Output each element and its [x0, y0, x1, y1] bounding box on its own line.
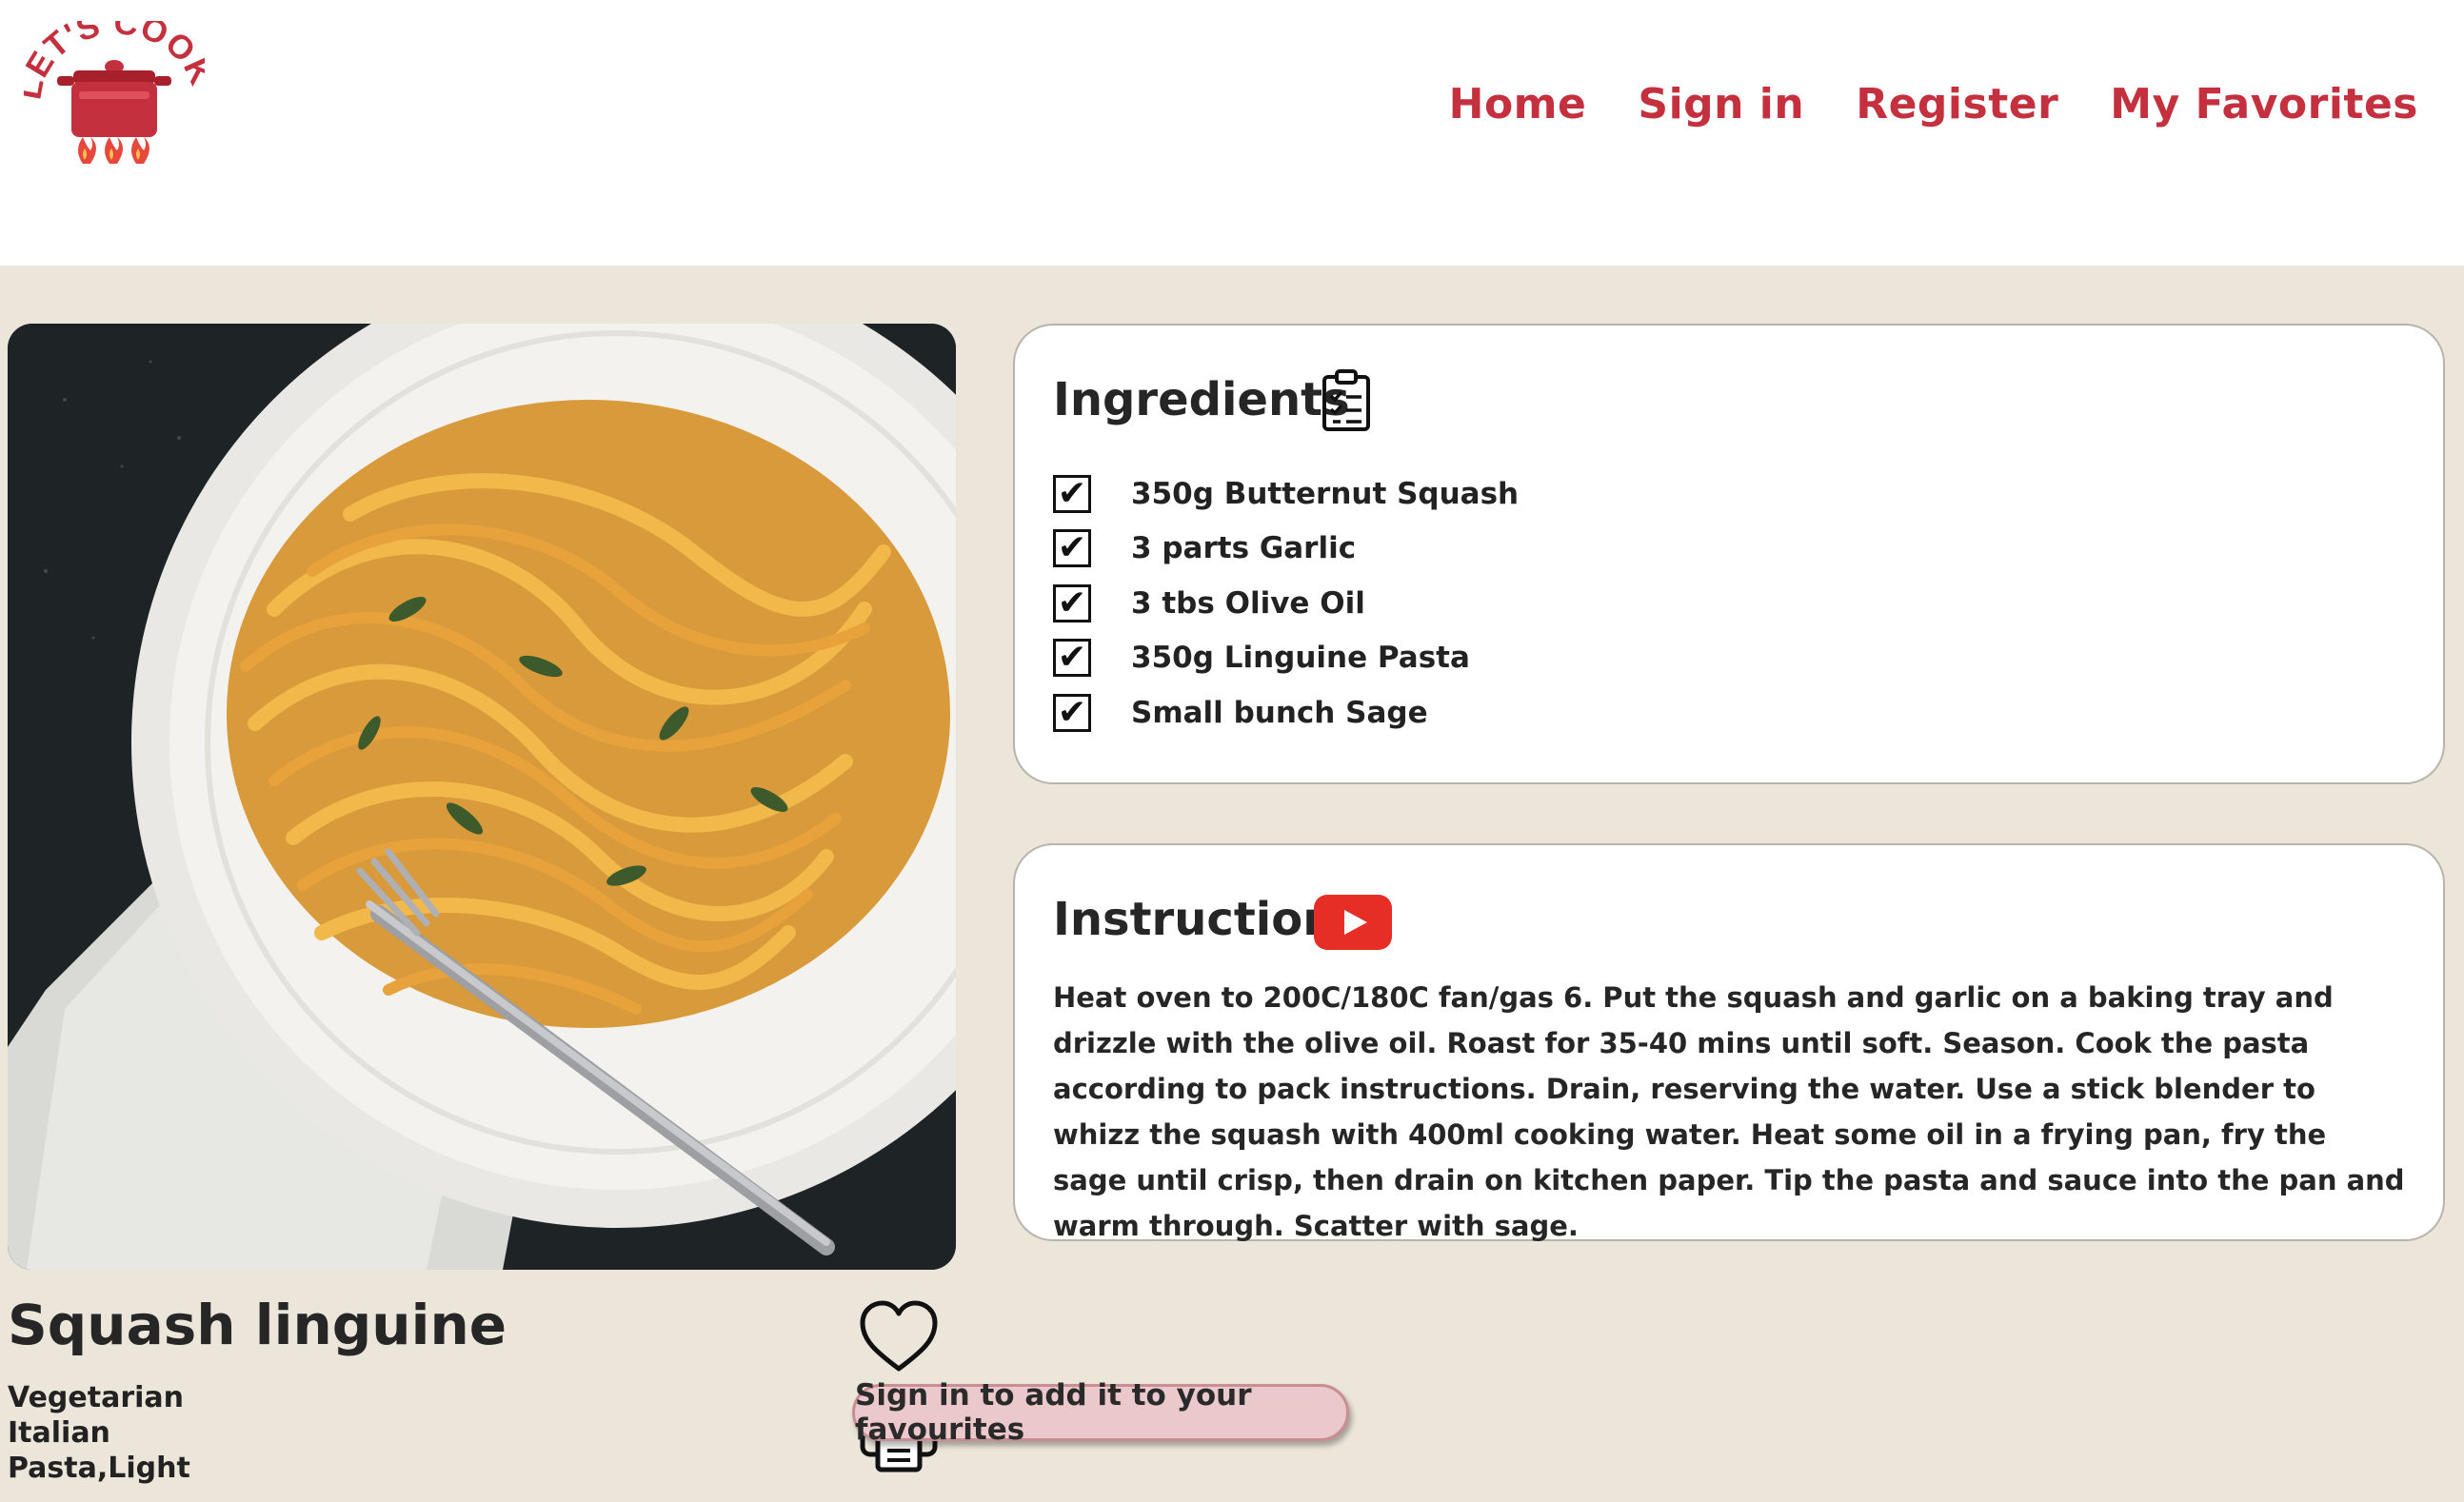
- ingredient-checkbox[interactable]: ✔: [1053, 583, 1091, 623]
- youtube-play-icon[interactable]: [1314, 895, 1392, 950]
- favourite-tooltip: Sign in to add it to your favourites: [852, 1378, 1349, 1447]
- heart-outline-icon[interactable]: [857, 1298, 941, 1374]
- ingredient-item: ✔ 3 tbs Olive Oil: [1053, 576, 1519, 631]
- clipboard-checklist-icon: [1322, 369, 1370, 431]
- main-nav: Home Sign in Register My Favorites: [1449, 80, 2418, 128]
- nav-my-favorites-link[interactable]: My Favorites: [2110, 80, 2418, 128]
- ingredient-text: Small bunch Sage: [1131, 695, 1428, 730]
- ingredient-checkbox[interactable]: ✔: [1053, 474, 1091, 513]
- ingredients-card: Ingredients ✔ 350g Butternut Squash ✔ 3 …: [1013, 324, 2445, 784]
- ingredients-heading: Ingredients: [1053, 373, 1350, 426]
- ingredient-item: ✔ 350g Butternut Squash: [1053, 466, 1519, 522]
- top-navigation-bar: LET'S COOK Home Sign in Register My Favo…: [0, 0, 2464, 266]
- ingredient-checkbox[interactable]: ✔: [1053, 529, 1091, 568]
- recipe-photo: [8, 324, 956, 1270]
- instruction-card: Instruction Heat oven to 200C/180C fan/g…: [1013, 843, 2445, 1242]
- instruction-text: Heat oven to 200C/180C fan/gas 6. Put th…: [1053, 981, 2405, 1242]
- recipe-tags: Vegetarian Italian Pasta,Light: [8, 1380, 190, 1486]
- tag-area: Italian: [8, 1416, 110, 1450]
- pasta-plate-illustration: [8, 324, 956, 1270]
- instruction-heading: Instruction: [1053, 893, 1336, 946]
- nav-register-link[interactable]: Register: [1856, 80, 2058, 128]
- ingredient-checkbox[interactable]: ✔: [1053, 639, 1091, 678]
- ingredient-text: 3 parts Garlic: [1131, 531, 1357, 566]
- tag-category: Vegetarian: [8, 1381, 185, 1414]
- ingredient-list: ✔ 350g Butternut Squash ✔ 3 parts Garlic…: [1053, 466, 1519, 741]
- ingredient-item: ✔ 350g Linguine Pasta: [1053, 631, 1519, 686]
- ingredient-text: 3 tbs Olive Oil: [1131, 585, 1365, 621]
- ingredient-text: 350g Butternut Squash: [1131, 476, 1520, 511]
- recipe-title: Squash linguine: [8, 1293, 507, 1357]
- nav-home-link[interactable]: Home: [1449, 80, 1587, 128]
- ingredient-checkbox[interactable]: ✔: [1053, 693, 1091, 732]
- ingredient-item: ✔ 3 parts Garlic: [1053, 522, 1519, 577]
- tag-keywords: Pasta,Light: [8, 1452, 190, 1485]
- ingredient-item: ✔ Small bunch Sage: [1053, 685, 1519, 741]
- lets-cook-logo[interactable]: LET'S COOK: [24, 21, 205, 188]
- nav-sign-in-link[interactable]: Sign in: [1638, 80, 1804, 128]
- ingredient-text: 350g Linguine Pasta: [1131, 641, 1470, 676]
